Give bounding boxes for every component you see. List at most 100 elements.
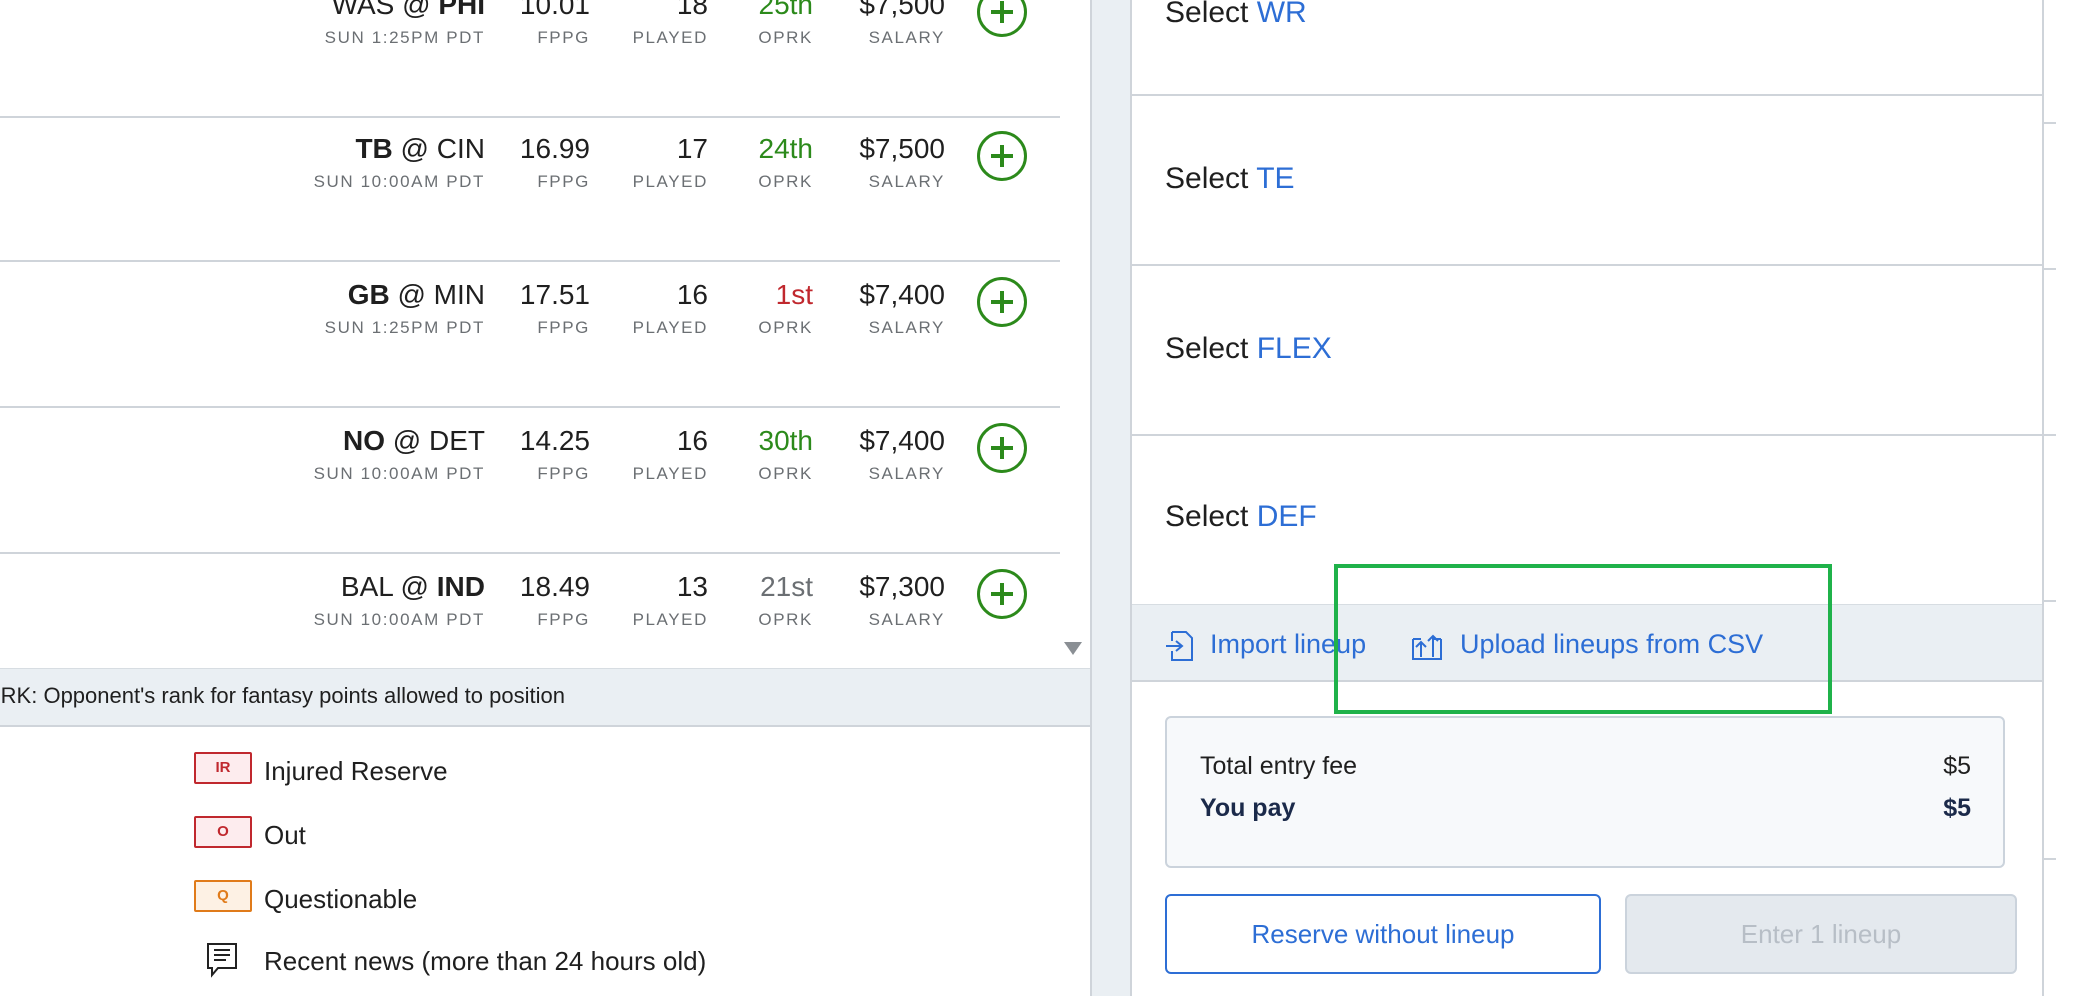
salary-cell: $7,500 SALARY [859, 134, 945, 192]
total-fee-value: $5 [1943, 752, 1971, 780]
played-cell: 16 PLAYED [633, 280, 708, 338]
matchup: WAS @ PHI [325, 0, 485, 20]
player-row[interactable]: GB @ MIN SUN 1:25PM PDT 17.51 FPPG 16 PLAYED 1… [0, 260, 1060, 408]
salary-value: $7,500 [859, 0, 945, 20]
played-cell: 13 PLAYED [633, 572, 708, 630]
fppg-value: 14.25 [519, 425, 590, 456]
salary-value: $7,400 [859, 279, 945, 310]
status-label-ir: Injured Reserve [264, 756, 448, 786]
away-team: GB [347, 279, 390, 310]
add-player-icon[interactable] [977, 0, 1027, 37]
game-time: SUN 10:00AM PDT [313, 610, 485, 629]
game-time: SUN 1:25PM PDT [324, 28, 485, 47]
scrollbar-tick [2042, 600, 2056, 602]
slot-prefix: Select [1165, 0, 1249, 29]
matchup: NO @ DET [314, 426, 485, 456]
oprk-value: 21st [760, 571, 813, 602]
import-lineup-link[interactable]: Import lineup [1210, 629, 1366, 660]
oprk-cell: 21st OPRK [758, 572, 813, 630]
scroll-down-arrow-icon[interactable] [1064, 642, 1082, 655]
matchup-cell: TB @ CIN SUN 10:00AM PDT [314, 134, 485, 192]
fppg-label: FPPG [537, 464, 590, 483]
news-icon [207, 943, 237, 978]
slot-flex[interactable]: Select FLEX [1132, 264, 2042, 436]
fppg-label: FPPG [537, 28, 590, 47]
home-team: IND [436, 571, 485, 602]
slot-te[interactable]: Select TE [1132, 94, 2042, 266]
slot-prefix: Select [1165, 500, 1249, 533]
home-team: CIN [436, 133, 485, 164]
reserve-without-lineup-button[interactable]: Reserve without lineup [1165, 894, 1601, 974]
upload-icon [1412, 634, 1442, 660]
played-label: PLAYED [632, 172, 708, 191]
salary-label: SALARY [868, 464, 945, 483]
played-label: PLAYED [632, 318, 708, 337]
away-team: WAS [331, 0, 395, 20]
salary-value: $7,400 [859, 425, 945, 456]
fppg-cell: 16.99 FPPG [520, 134, 590, 192]
oprk-label: OPRK [758, 464, 813, 483]
away-team: BAL [340, 571, 393, 602]
fppg-value: 17.51 [519, 279, 590, 310]
enter-lineup-button[interactable]: Enter 1 lineup [1625, 894, 2017, 974]
scrollbar-tick [2042, 434, 2056, 436]
matchup-cell: BAL @ IND SUN 10:00AM PDT [314, 572, 485, 630]
matchup-cell: GB @ MIN SUN 1:25PM PDT [325, 280, 485, 338]
you-pay-value: $5 [1943, 794, 1971, 822]
status-label-out: Out [264, 820, 306, 850]
fppg-label: FPPG [537, 610, 590, 629]
add-player-icon[interactable] [977, 277, 1027, 327]
fppg-label: FPPG [537, 172, 590, 191]
player-row[interactable]: NO @ DET SUN 10:00AM PDT 14.25 FPPG 16 PLAYED… [0, 406, 1060, 554]
add-player-icon[interactable] [977, 569, 1027, 619]
out-badge-icon: O [194, 816, 252, 848]
scrollbar-tick [2042, 268, 2056, 270]
fppg-value: 10.01 [519, 0, 590, 20]
matchup: BAL @ IND [314, 572, 485, 602]
you-pay-label: You pay [1200, 794, 1296, 822]
at-separator: @ [394, 0, 439, 20]
home-team: MIN [433, 279, 485, 310]
played-label: PLAYED [632, 610, 708, 629]
scrollbar-gap [2058, 880, 2074, 996]
add-player-icon[interactable] [977, 423, 1027, 473]
upload-csv-link[interactable]: Upload lineups from CSV [1460, 629, 1763, 660]
fppg-cell: 18.49 FPPG [520, 572, 590, 630]
player-row[interactable]: WAS @ PHI SUN 1:25PM PDT 10.01 FPPG 18 PLAYED… [0, 0, 1060, 118]
oprk-cell: 24th OPRK [758, 134, 813, 192]
salary-value: $7,500 [859, 133, 945, 164]
oprk-label: OPRK [758, 318, 813, 337]
scrollbar-track[interactable] [2042, 0, 2074, 996]
fppg-cell: 17.51 FPPG [520, 280, 590, 338]
questionable-badge-icon: Q [194, 880, 252, 912]
salary-label: SALARY [868, 610, 945, 629]
add-player-icon[interactable] [977, 131, 1027, 181]
played-value: 16 [676, 425, 708, 456]
salary-cell: $7,500 SALARY [859, 0, 945, 48]
panel-divider [1090, 0, 1132, 996]
salary-cell: $7,400 SALARY [859, 426, 945, 484]
salary-cell: $7,300 SALARY [859, 572, 945, 630]
played-cell: 17 PLAYED [633, 134, 708, 192]
player-row[interactable]: TB @ CIN SUN 10:00AM PDT 16.99 FPPG 17 PLAYED… [0, 114, 1060, 262]
slot-def[interactable]: Select DEF [1132, 434, 2042, 604]
matchup: TB @ CIN [314, 134, 485, 164]
away-team: NO [343, 425, 386, 456]
status-label-news: Recent news (more than 24 hours old) [264, 946, 707, 976]
fee-summary: Total entry fee $5 You pay $5 [1165, 716, 2005, 868]
oprk-label: OPRK [758, 172, 813, 191]
status-label-questionable: Questionable [264, 884, 418, 914]
scrollbar-tick [2042, 122, 2056, 124]
slot-wr[interactable]: Select WR [1132, 0, 2042, 96]
fppg-value: 16.99 [519, 133, 590, 164]
fppg-label: FPPG [537, 318, 590, 337]
salary-value: $7,300 [859, 571, 945, 602]
played-value: 18 [676, 0, 708, 20]
home-team: DET [429, 425, 485, 456]
lineup-panel: Select WR Select TE Select FLEX Select D… [1132, 0, 2042, 996]
salary-cell: $7,400 SALARY [859, 280, 945, 338]
played-cell: 16 PLAYED [633, 426, 708, 484]
scrollbar-tick [2042, 858, 2056, 860]
oprk-value: 25th [758, 0, 814, 20]
oprk-value: 30th [758, 425, 814, 456]
